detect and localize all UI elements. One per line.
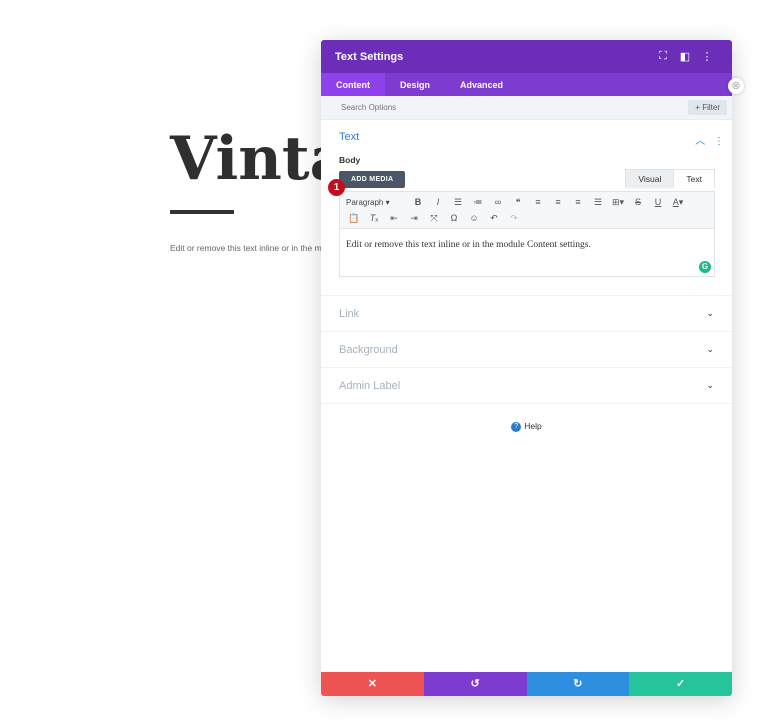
- more-vertical-icon[interactable]: ⋮: [696, 50, 718, 63]
- help-link[interactable]: ? Help: [321, 421, 732, 432]
- admin-label-section[interactable]: Admin Label ⌄: [321, 368, 732, 404]
- bold-icon[interactable]: B: [408, 197, 428, 207]
- tab-content[interactable]: Content: [321, 73, 385, 96]
- help-label: Help: [524, 421, 542, 431]
- emoji-icon[interactable]: ☺: [464, 213, 484, 223]
- fullscreen-icon[interactable]: ⤧: [424, 213, 444, 224]
- tab-design[interactable]: Design: [385, 73, 445, 96]
- body-label: Body: [339, 155, 361, 165]
- text-section: Text ︿ ⋮ Body ADD MEDIA Visual Text Para…: [321, 120, 732, 296]
- italic-icon[interactable]: I: [428, 197, 448, 207]
- search-bar: + Filter: [321, 96, 732, 120]
- format-select-label: Paragraph: [346, 197, 384, 207]
- background-section[interactable]: Background ⌄: [321, 332, 732, 368]
- background-section-title: Background: [339, 343, 398, 356]
- section-controls[interactable]: ︿ ⋮: [695, 132, 724, 147]
- modal-title: Text Settings: [335, 50, 404, 63]
- tab-advanced[interactable]: Advanced: [445, 73, 518, 96]
- align-right-icon[interactable]: ≡: [568, 197, 588, 207]
- step-badge: 1: [328, 179, 345, 196]
- filter-button[interactable]: + Filter: [688, 100, 727, 115]
- table-icon[interactable]: ⊞▾: [608, 197, 628, 208]
- focus-icon[interactable]: ⛶: [652, 50, 674, 63]
- tab-visual[interactable]: Visual: [625, 169, 675, 188]
- text-settings-modal: Text Settings ⛶ ◧ ⋮ ⊗ Content Design Adv…: [321, 40, 744, 696]
- editor-toolbar: Paragraph ▾ B I ☰ ≔ ∞ ❝ ≡ ≡ ≡ ☰ ⊞▾ S U A…: [340, 192, 714, 229]
- more-options-icon[interactable]: ⋮: [714, 136, 724, 147]
- chevron-down-icon[interactable]: ⌄: [706, 380, 714, 391]
- text-section-title[interactable]: Text: [339, 131, 715, 143]
- search-input[interactable]: [339, 102, 689, 113]
- page-body-text: Edit or remove this text inline or in th…: [170, 243, 322, 253]
- link-icon[interactable]: ∞: [488, 197, 508, 207]
- strikethrough-icon[interactable]: S: [628, 197, 648, 207]
- tab-text[interactable]: Text: [673, 169, 715, 188]
- link-section-title: Link: [339, 307, 360, 320]
- text-color-icon[interactable]: A▾: [668, 197, 688, 208]
- redo-button[interactable]: ↻: [526, 672, 630, 696]
- redo-icon[interactable]: ↷: [504, 213, 524, 224]
- admin-label-section-title: Admin Label: [339, 379, 401, 392]
- chevron-down-icon[interactable]: ⌄: [706, 344, 714, 355]
- help-icon: ?: [511, 421, 522, 432]
- indent-icon[interactable]: ⇥: [404, 213, 424, 224]
- paste-icon[interactable]: 📋: [344, 213, 364, 224]
- settings-tabs: Content Design Advanced: [321, 73, 732, 96]
- underline-icon[interactable]: U: [648, 197, 668, 207]
- link-section[interactable]: Link ⌄: [321, 296, 732, 332]
- editor-content[interactable]: Edit or remove this text inline or in th…: [340, 229, 714, 261]
- rich-text-editor: Paragraph ▾ B I ☰ ≔ ∞ ❝ ≡ ≡ ≡ ☰ ⊞▾ S U A…: [328, 179, 715, 277]
- modal-footer: ✕ ↺ ↻ ✓: [321, 672, 732, 696]
- chevron-up-icon[interactable]: ︿: [695, 136, 705, 147]
- clear-format-icon[interactable]: Tₓ: [364, 213, 384, 223]
- editor-mode-tabs: Visual Text: [625, 169, 715, 188]
- close-icon[interactable]: ⊗: [728, 78, 744, 94]
- split-view-icon[interactable]: ◧: [674, 50, 696, 63]
- cancel-button[interactable]: ✕: [321, 672, 424, 696]
- editor-top-row: ADD MEDIA Visual Text: [339, 169, 715, 188]
- modal-header[interactable]: Text Settings ⛶ ◧ ⋮: [321, 40, 732, 73]
- undo-button[interactable]: ↺: [423, 672, 527, 696]
- outdent-icon[interactable]: ⇤: [384, 213, 404, 224]
- save-button[interactable]: ✓: [629, 672, 732, 696]
- align-center-icon[interactable]: ≡: [548, 197, 568, 207]
- add-media-button[interactable]: ADD MEDIA: [339, 171, 406, 188]
- align-left-icon[interactable]: ≡: [528, 197, 548, 207]
- grammarly-icon[interactable]: G: [699, 261, 711, 273]
- numbered-list-icon[interactable]: ≔: [468, 197, 488, 208]
- format-select[interactable]: Paragraph ▾: [344, 198, 408, 207]
- bullet-list-icon[interactable]: ☰: [448, 197, 468, 208]
- heading-divider: [170, 210, 234, 214]
- chevron-down-icon[interactable]: ⌄: [706, 308, 714, 319]
- align-justify-icon[interactable]: ☰: [588, 197, 608, 208]
- blockquote-icon[interactable]: ❝: [508, 197, 528, 208]
- undo-icon[interactable]: ↶: [484, 213, 504, 224]
- special-char-icon[interactable]: Ω: [444, 213, 464, 223]
